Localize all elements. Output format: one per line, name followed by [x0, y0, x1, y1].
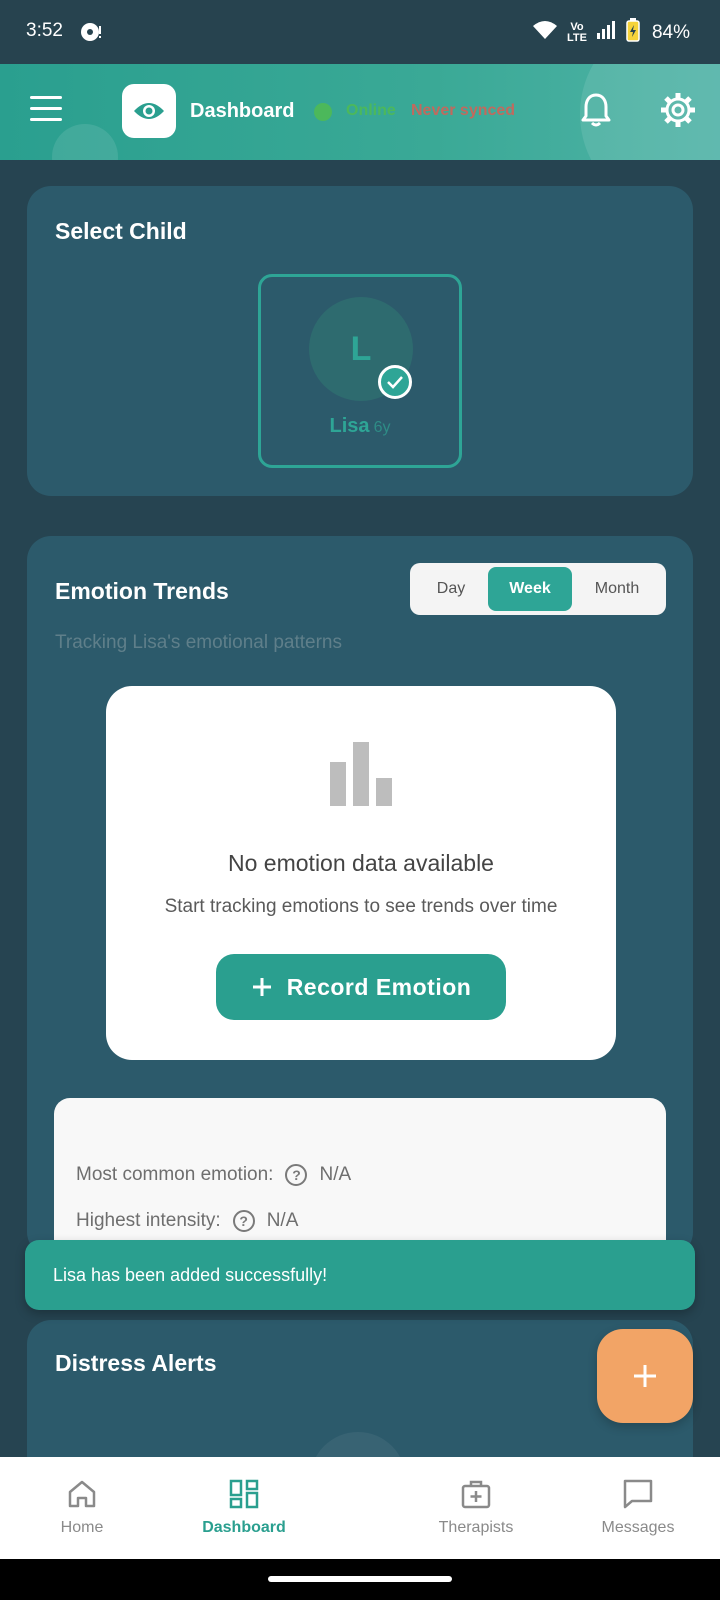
bottom-navigation: Home Dashboard Therapists Messages: [0, 1457, 720, 1559]
record-emotion-label: Record Emotion: [286, 973, 472, 1000]
child-name: Lisa: [329, 415, 370, 437]
child-age: 6y: [373, 419, 391, 436]
signal-icon: [596, 20, 618, 45]
notifications-button[interactable]: [580, 92, 616, 132]
app-logo: [122, 84, 176, 138]
menu-button[interactable]: [30, 96, 64, 126]
nav-therapists-label: Therapists: [438, 1519, 514, 1536]
chat-icon: [623, 1479, 653, 1509]
stat-highest-intensity-value: N/A: [266, 1210, 299, 1231]
distress-alerts-title: Distress Alerts: [55, 1350, 217, 1376]
wifi-icon: [532, 19, 558, 46]
emotion-stats-box: Most common emotion: ? N/A Highest inten…: [54, 1098, 666, 1256]
nav-therapists[interactable]: Therapists: [426, 1457, 526, 1559]
stat-most-common: Most common emotion: ? N/A: [76, 1164, 351, 1186]
stat-most-common-label: Most common emotion:: [76, 1164, 274, 1185]
select-child-card: Select Child L Lisa 6y: [27, 186, 693, 496]
app-header: Dashboard Online Never synced: [0, 64, 720, 160]
battery-icon: [626, 18, 640, 47]
child-name-label: Lisa 6y: [261, 415, 459, 438]
selected-check-icon: [378, 365, 412, 399]
select-child-title: Select Child: [55, 218, 187, 244]
page-title: Dashboard: [190, 100, 295, 122]
home-icon: [68, 1480, 96, 1508]
period-day-button[interactable]: Day: [414, 567, 488, 611]
emotion-trends-card: Emotion Trends Day Week Month Tracking L…: [27, 536, 693, 1256]
media-notification-icon: [80, 21, 102, 48]
bar-chart-icon: [330, 742, 392, 806]
nav-messages[interactable]: Messages: [590, 1457, 686, 1559]
online-status-dot: [314, 103, 332, 121]
plus-icon: [634, 1365, 656, 1387]
nav-home-label: Home: [60, 1519, 104, 1536]
nav-dashboard[interactable]: Dashboard: [194, 1457, 294, 1559]
empty-state-card: No emotion data available Start tracking…: [106, 686, 616, 1060]
period-selector: Day Week Month: [410, 563, 666, 615]
status-time: 3:52: [26, 20, 63, 41]
empty-state-title: No emotion data available: [228, 850, 494, 876]
stat-highest-intensity-label: Highest intensity:: [76, 1210, 221, 1231]
help-icon: ?: [285, 1164, 308, 1186]
medical-kit-icon: [461, 1480, 491, 1509]
eye-icon: [134, 103, 164, 119]
sync-status-label: Never synced: [411, 102, 516, 119]
settings-button[interactable]: [660, 92, 700, 132]
nav-dashboard-label: Dashboard: [202, 1519, 286, 1536]
stat-most-common-value: N/A: [319, 1164, 352, 1185]
volte-label: Vo LTE: [566, 20, 587, 44]
empty-state-message: Start tracking emotions to see trends ov…: [164, 896, 558, 917]
gear-icon: [661, 93, 695, 127]
child-initial: L: [350, 329, 372, 368]
system-navigation-area: [0, 1559, 720, 1600]
bell-icon: [581, 93, 611, 127]
plus-icon: [252, 978, 271, 996]
home-gesture-handle[interactable]: [268, 1576, 452, 1582]
nav-home[interactable]: Home: [42, 1457, 122, 1559]
stat-highest-intensity: Highest intensity: ? N/A: [76, 1210, 298, 1232]
dashboard-icon: [229, 1479, 259, 1509]
status-bar: 3:52 Vo LTE 84%: [0, 0, 720, 64]
battery-percentage: 84%: [651, 21, 690, 43]
add-fab-button[interactable]: [597, 1329, 693, 1423]
emotion-trends-title: Emotion Trends: [55, 578, 229, 604]
period-week-button[interactable]: Week: [488, 567, 572, 611]
help-icon: ?: [232, 1210, 255, 1232]
period-month-button[interactable]: Month: [572, 567, 662, 611]
success-toast: Lisa has been added successfully!: [25, 1240, 695, 1310]
nav-messages-label: Messages: [601, 1519, 675, 1536]
toast-message: Lisa has been added successfully!: [53, 1265, 328, 1285]
emotion-trends-subtitle: Tracking Lisa's emotional patterns: [55, 632, 343, 653]
distress-alerts-card: Distress Alerts: [27, 1320, 693, 1480]
online-status-label: Online: [346, 102, 396, 119]
record-emotion-button[interactable]: Record Emotion: [216, 954, 506, 1020]
child-card-lisa[interactable]: L Lisa 6y: [258, 274, 462, 468]
hamburger-menu-icon: [30, 96, 64, 121]
